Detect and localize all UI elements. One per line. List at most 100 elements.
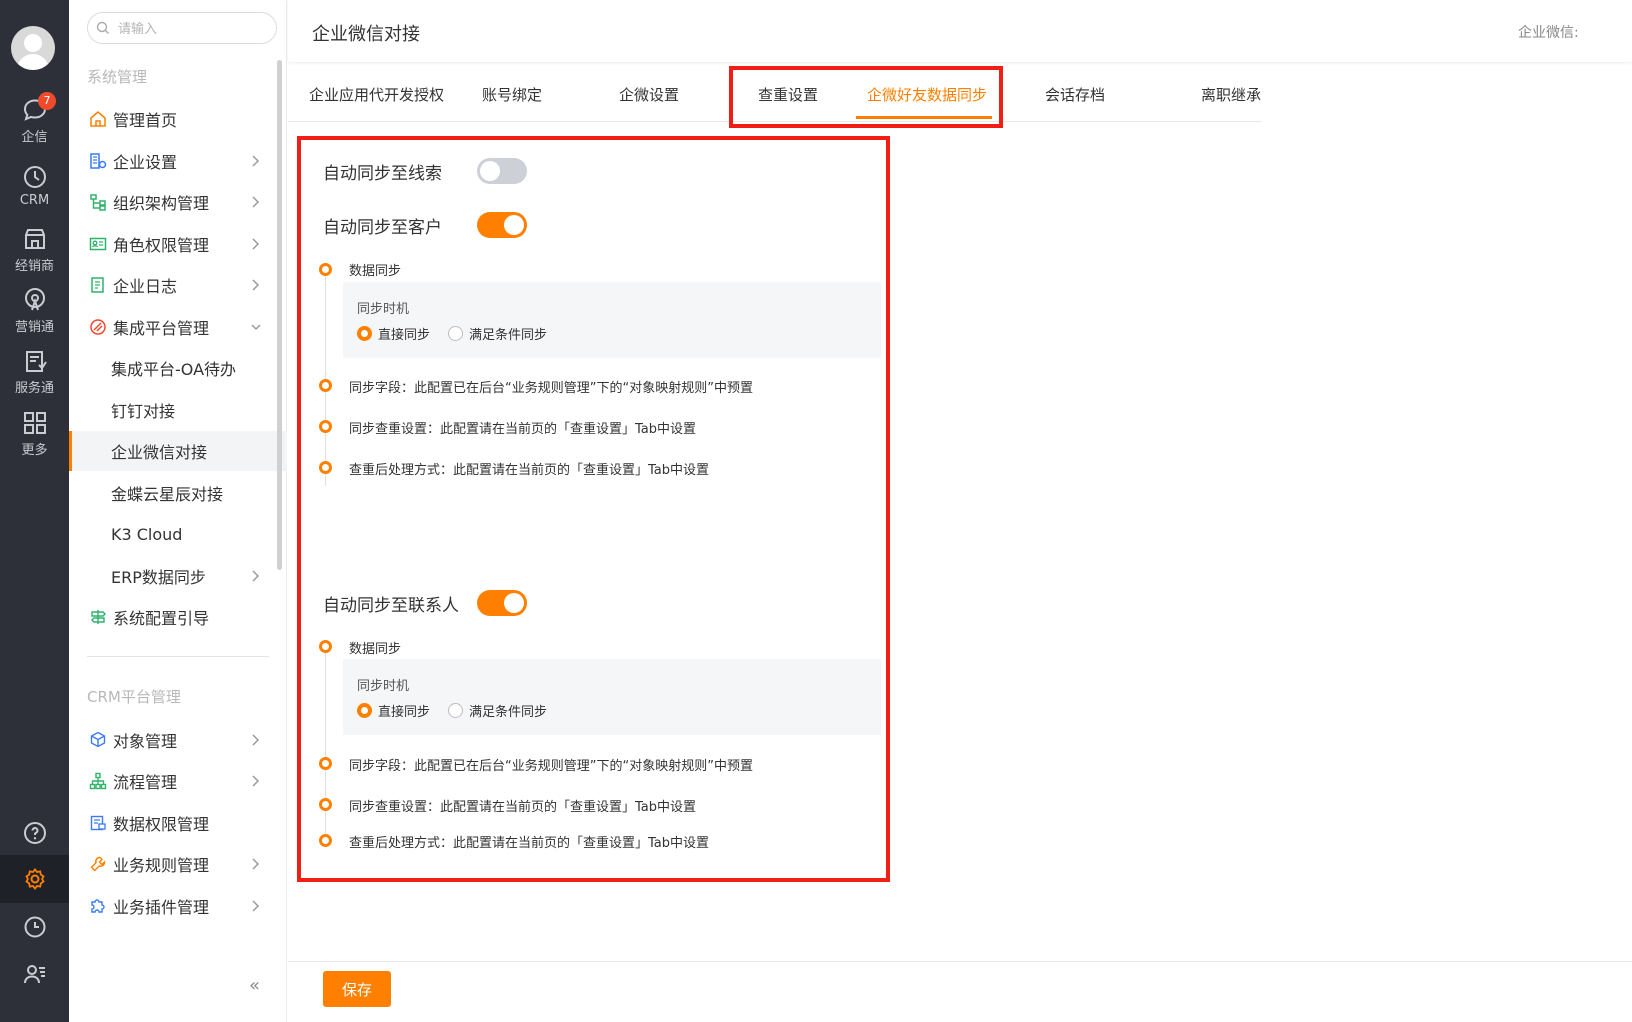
clock-icon (23, 166, 46, 188)
rail-label: 营销通 (14, 320, 54, 335)
customer-post-note: 查重后处理方式：此配置请在当前页的「查重设置」Tab中设置 (349, 463, 710, 478)
contact-sync-toggle[interactable] (477, 590, 527, 616)
menu-item-kingdee[interactable]: 金蝶云星辰对接 (69, 473, 287, 513)
menu-item-oa-todo[interactable]: 集成平台-OA待办 (69, 348, 287, 388)
rail-item-qixin[interactable]: 7 企信 (0, 92, 69, 156)
rail-item-crm[interactable]: CRM (0, 163, 69, 223)
menu-search[interactable] (87, 12, 277, 44)
tab-chat-archive[interactable]: 会话存档 (1045, 84, 1105, 105)
contact-data-sync-title: 数据同步 (349, 642, 402, 657)
radio-conditional-sync[interactable] (448, 326, 464, 341)
menu-item-company-settings[interactable]: 企业设置 (69, 141, 287, 181)
tab-resignation-inherit[interactable]: 离职继承 (1201, 84, 1261, 105)
page-header: 企业微信对接 企业微信: (288, 0, 1632, 62)
left-rail: 7 企信 CRM 经销商 营销通 服务通 更多 (0, 0, 69, 1022)
menu-item-label: 对象管理 (113, 732, 178, 751)
page-title: 企业微信对接 (312, 24, 420, 45)
help-button[interactable] (0, 809, 69, 857)
tab-account-binding[interactable]: 账号绑定 (482, 84, 542, 105)
menu-scrollbar[interactable] (277, 60, 282, 570)
menu-item-object-management[interactable]: 对象管理 (69, 720, 287, 760)
help-icon (23, 822, 46, 844)
menu-divider (87, 656, 269, 657)
save-button[interactable]: 保存 (323, 971, 391, 1007)
history-button[interactable] (0, 903, 69, 951)
rail-label: CRM (19, 193, 50, 208)
menu-item-company-log[interactable]: 企业日志 (69, 265, 287, 305)
customer-sync-toggle[interactable] (477, 212, 527, 238)
radio-label: 满足条件同步 (469, 705, 548, 720)
lead-sync-row: 自动同步至线索 (323, 158, 527, 184)
timeline-dot (319, 798, 332, 811)
radio-direct-sync[interactable] (357, 703, 372, 718)
sync-timing-title: 同步时机 (357, 679, 410, 694)
building-settings-icon (87, 150, 109, 172)
timeline-dot (319, 379, 332, 392)
tab-app-authorization[interactable]: 企业应用代开发授权 (309, 84, 444, 105)
menu-item-label: 企业微信对接 (111, 443, 208, 462)
menu-item-label: 数据权限管理 (113, 815, 210, 834)
menu-item-label: 业务规则管理 (113, 856, 210, 875)
menu-item-business-rules[interactable]: 业务规则管理 (69, 844, 287, 884)
menu-item-config-guide[interactable]: 系统配置引导 (69, 597, 287, 637)
menu-item-label: 管理首页 (113, 111, 178, 130)
side-menu: 系统管理 管理首页 企业设置 组织架构管理 角色权限管理 企业日志 集成平台管理… (69, 0, 287, 1022)
menu-item-label: 钉钉对接 (111, 402, 176, 421)
chevron-right-icon (252, 196, 260, 208)
flow-tree-icon (87, 770, 109, 792)
lead-sync-toggle[interactable] (477, 158, 527, 184)
menu-item-admin-home[interactable]: 管理首页 (69, 99, 287, 139)
menu-search-input[interactable] (118, 19, 268, 37)
menu-item-wecom[interactable]: 企业微信对接 (69, 431, 287, 471)
tab-wecom-settings[interactable]: 企微设置 (619, 84, 679, 105)
history-icon (24, 916, 45, 938)
chevron-right-icon (252, 858, 260, 870)
id-card-icon (87, 233, 109, 255)
chevron-right-icon (252, 734, 260, 746)
signpost-icon (87, 606, 109, 628)
chevron-right-icon (252, 279, 260, 291)
rail-label: 服务通 (14, 381, 54, 396)
menu-item-integration-platform[interactable]: 集成平台管理 (69, 307, 287, 347)
integration-icon (87, 316, 109, 338)
rail-label: 更多 (21, 443, 48, 458)
rail-item-more[interactable]: 更多 (0, 409, 69, 469)
radio-direct-sync[interactable] (357, 326, 372, 341)
log-document-icon (87, 274, 109, 296)
user-avatar[interactable] (11, 26, 55, 70)
chevron-right-icon (252, 570, 260, 582)
radio-conditional-sync[interactable] (448, 703, 464, 718)
section-title-crm: CRM平台管理 (87, 688, 181, 706)
menu-item-k3-cloud[interactable]: K3 Cloud (69, 514, 287, 554)
rail-item-service[interactable]: 服务通 (0, 347, 69, 407)
menu-item-label: ERP数据同步 (111, 568, 206, 587)
settings-button[interactable] (0, 855, 69, 903)
contact-sync-timing-radios: 直接同步 满足条件同步 (357, 701, 565, 720)
home-icon (87, 108, 109, 130)
menu-item-erp-sync[interactable]: ERP数据同步 (69, 556, 287, 596)
menu-item-dingtalk[interactable]: 钉钉对接 (69, 390, 287, 430)
service-clipboard-icon (25, 351, 47, 372)
menu-item-org-structure[interactable]: 组织架构管理 (69, 182, 287, 222)
user-list-button[interactable] (0, 950, 69, 998)
sync-timing-title: 同步时机 (357, 302, 410, 317)
customer-data-sync-title: 数据同步 (349, 264, 402, 279)
chevron-down-icon (251, 324, 261, 331)
contact-sync-timing-box: 同步时机 直接同步 满足条件同步 (343, 659, 881, 735)
menu-item-business-plugins[interactable]: 业务插件管理 (69, 886, 287, 926)
menu-item-label: 企业设置 (113, 153, 178, 172)
rail-item-dealer[interactable]: 经销商 (0, 225, 69, 285)
contact-post-note: 查重后处理方式：此配置请在当前页的「查重设置」Tab中设置 (349, 836, 710, 851)
menu-item-data-permissions[interactable]: 数据权限管理 (69, 803, 287, 843)
timeline-dot (319, 461, 332, 474)
menu-item-label: 集成平台-OA待办 (111, 360, 237, 379)
timeline-dot (319, 834, 332, 847)
collapse-menu-button[interactable]: « (249, 975, 267, 996)
contact-sync-label: 自动同步至联系人 (323, 595, 459, 616)
menu-item-role-permissions[interactable]: 角色权限管理 (69, 224, 287, 264)
wecom-account-label: 企业微信: (1518, 25, 1579, 41)
rail-item-marketing[interactable]: 营销通 (0, 286, 69, 346)
menu-item-flow-management[interactable]: 流程管理 (69, 761, 287, 801)
footer-divider (288, 961, 1632, 962)
unread-badge: 7 (38, 92, 56, 110)
